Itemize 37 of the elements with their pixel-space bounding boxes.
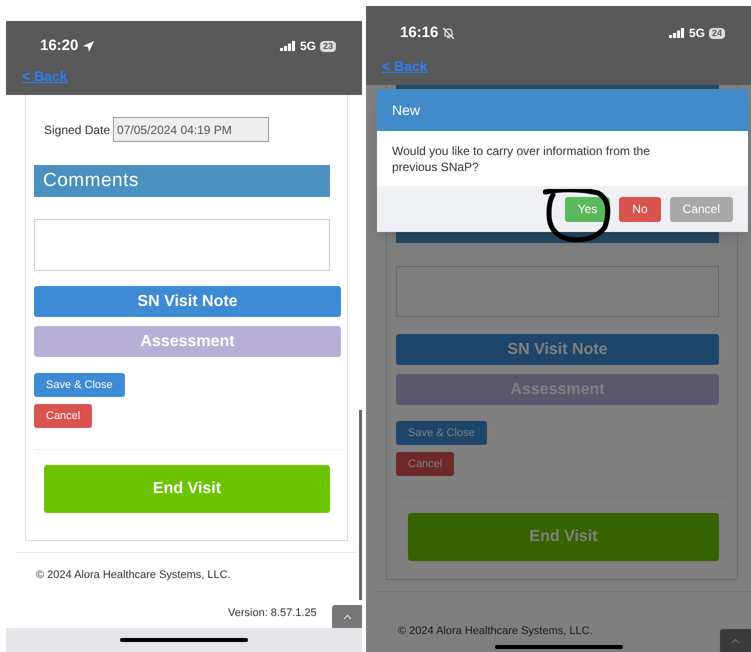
section-header: Comments [34, 165, 330, 197]
bell-slash-icon [442, 26, 456, 40]
copyright-text: © 2024 Alora Healthcare Systems, LLC. [398, 624, 594, 639]
scroll-to-top-button[interactable] [720, 629, 751, 652]
clock-time: 16:16 [400, 23, 438, 43]
chevron-up-icon [342, 614, 352, 620]
dialog-title: New [377, 89, 748, 131]
copyright-text: © 2024 Alora Healthcare Systems, LLC. [36, 568, 232, 583]
sn-visit-note-button[interactable]: SN Visit Note [34, 286, 341, 317]
signed-date-field[interactable]: 07/05/2024 04:19 PM [113, 117, 270, 142]
assessment-button[interactable]: Assessment [34, 326, 341, 357]
signal-bars-icon [280, 41, 296, 52]
save-close-button[interactable]: Save & Close [34, 373, 125, 397]
signal-bars-icon [668, 28, 685, 38]
network-label: 5G [300, 38, 316, 56]
end-visit-button[interactable]: End Visit [408, 513, 719, 561]
dialog-message: Would you like to carry over information from the previous SNaP? [391, 143, 651, 176]
comments-field[interactable] [396, 266, 719, 317]
sn-visit-note-button[interactable]: SN Visit Note [396, 334, 719, 365]
battery-indicator: 24 [708, 28, 725, 39]
clock-time: 16:20 [40, 36, 78, 56]
cancel-button[interactable]: Cancel [396, 452, 454, 476]
cancel-button[interactable]: Cancel [34, 404, 92, 428]
back-link[interactable]: < Back [382, 56, 428, 77]
network-label: 5G [688, 25, 705, 42]
scroll-to-top-button[interactable] [332, 605, 362, 628]
battery-indicator: 23 [320, 40, 336, 52]
location-arrow-icon [82, 40, 96, 53]
save-close-button[interactable]: Save & Close [396, 421, 487, 445]
comments-field[interactable] [34, 219, 330, 271]
dialog-button[interactable]: No [619, 196, 661, 222]
dialog-button[interactable]: Cancel [670, 196, 733, 222]
field-label: Signed Date [44, 122, 110, 138]
chevron-up-icon [731, 638, 740, 644]
back-link[interactable]: < Back [22, 66, 68, 87]
version-text: Version: 8.57.1.25 [228, 606, 317, 620]
end-visit-button[interactable]: End Visit [44, 465, 330, 513]
